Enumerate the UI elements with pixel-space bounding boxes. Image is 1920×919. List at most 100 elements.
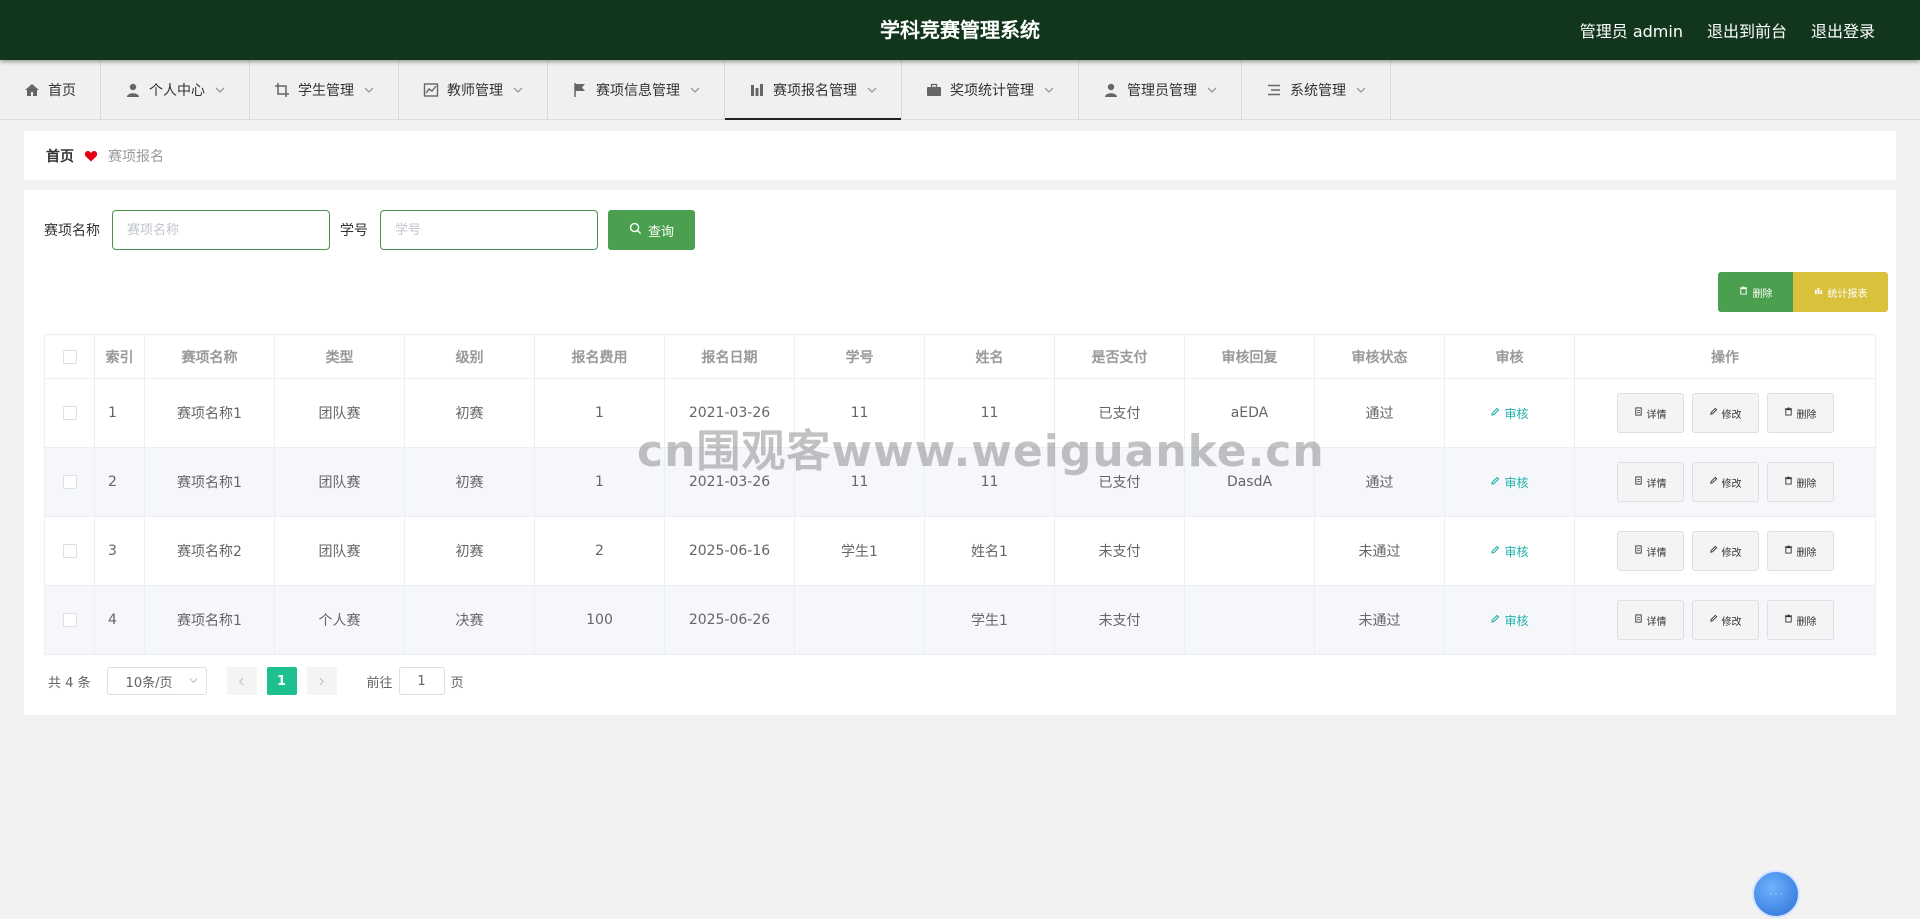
admin-user-label[interactable]: 管理员 admin xyxy=(1580,18,1683,42)
stats-report-button[interactable]: 统计报表 xyxy=(1793,272,1888,312)
id-search-input[interactable] xyxy=(380,210,598,250)
user-icon xyxy=(1103,82,1119,98)
row-checkbox[interactable] xyxy=(62,544,77,558)
header-actions: 管理员 admin 退出到前台 退出登录 xyxy=(1580,0,1875,60)
table-cell: 未通过 xyxy=(1314,585,1445,655)
select-all-checkbox[interactable] xyxy=(62,349,77,364)
chevron-down-icon xyxy=(1356,85,1366,95)
nav-item-teachers[interactable]: 教师管理 xyxy=(399,60,548,119)
detail-button[interactable]: 详情 xyxy=(1616,600,1684,640)
nav-item-competition-info[interactable]: 赛项信息管理 xyxy=(548,60,725,119)
page-size-select[interactable]: 10条/页 xyxy=(106,667,207,695)
table-header-row: 索引 赛项名称 类型 级别 报名费用 报名日期 学号 姓名 是否支付 审核回复 … xyxy=(44,334,1876,379)
audit-button[interactable]: 审核 xyxy=(1490,543,1529,560)
edit-label: 修改 xyxy=(1721,616,1742,628)
table-cell: 未支付 xyxy=(1054,585,1185,655)
chevron-down-icon xyxy=(513,85,523,95)
delete-label: 删除 xyxy=(1796,616,1817,628)
nav-item-registration[interactable]: 赛项报名管理 xyxy=(725,60,902,120)
row-checkbox[interactable] xyxy=(62,613,77,627)
delete-button[interactable]: 删除 xyxy=(1766,600,1834,640)
floating-assist-button[interactable]: · · · xyxy=(1752,870,1800,918)
goto-suffix: 页 xyxy=(450,675,464,691)
audit-label: 审核 xyxy=(1504,544,1529,559)
nav-item-awards[interactable]: 奖项统计管理 xyxy=(902,60,1079,119)
chevron-right-icon xyxy=(319,676,325,686)
edit-button[interactable]: 修改 xyxy=(1691,393,1759,433)
document-icon xyxy=(1634,545,1643,557)
prev-page-button[interactable] xyxy=(226,667,257,695)
trash-icon xyxy=(1784,476,1793,488)
nav-item-students[interactable]: 学生管理 xyxy=(250,60,399,119)
table-cell: 1 xyxy=(94,378,145,448)
delete-button[interactable]: 删除 xyxy=(1766,393,1834,433)
detail-label: 详情 xyxy=(1646,478,1667,490)
goto-page-input[interactable] xyxy=(398,667,445,695)
audit-button[interactable]: 审核 xyxy=(1490,405,1529,422)
table-cell: 2 xyxy=(94,447,145,517)
nav-label: 奖项统计管理 xyxy=(950,82,1034,99)
nav-item-admins[interactable]: 管理员管理 xyxy=(1079,60,1242,119)
delete-button[interactable]: 删除 xyxy=(1766,462,1834,502)
bar-chart-icon xyxy=(1814,286,1823,298)
chevron-down-icon xyxy=(690,85,700,95)
row-select-cell xyxy=(44,447,95,517)
nav-item-home[interactable]: 首页 xyxy=(0,60,101,119)
nav-item-personal[interactable]: 个人中心 xyxy=(101,60,250,119)
delete-label: 删除 xyxy=(1796,409,1817,421)
nav-label: 管理员管理 xyxy=(1127,82,1197,99)
delete-button[interactable]: 删除 xyxy=(1766,531,1834,571)
nav-item-system[interactable]: 系统管理 xyxy=(1242,60,1391,119)
delete-label: 删除 xyxy=(1796,547,1817,559)
logout-link[interactable]: 退出登录 xyxy=(1811,18,1875,42)
edit-icon xyxy=(1490,406,1500,420)
nav-label: 首页 xyxy=(48,82,76,99)
stats-report-label: 统计报表 xyxy=(1827,288,1868,300)
table-cell: 初赛 xyxy=(404,378,535,448)
detail-button[interactable]: 详情 xyxy=(1616,462,1684,502)
nav-label: 教师管理 xyxy=(447,82,503,99)
column-header: 类型 xyxy=(274,334,405,379)
edit-button[interactable]: 修改 xyxy=(1691,462,1759,502)
operations-cell: 详情 修改 删除 xyxy=(1574,516,1876,586)
edit-icon xyxy=(1709,545,1718,557)
table-cell: 11 xyxy=(794,447,925,517)
column-header: 学号 xyxy=(794,334,925,379)
row-checkbox[interactable] xyxy=(62,475,77,489)
row-checkbox[interactable] xyxy=(62,406,77,420)
id-label: 学号 xyxy=(340,223,368,239)
page-size-value: 10条/页 xyxy=(125,675,173,691)
table-cell: 2025-06-16 xyxy=(664,516,795,586)
batch-delete-button[interactable]: 删除 xyxy=(1718,272,1793,312)
audit-button[interactable]: 审核 xyxy=(1490,474,1529,491)
detail-button[interactable]: 详情 xyxy=(1616,393,1684,433)
table-cell: 1 xyxy=(534,378,665,448)
table-cell: 2025-06-26 xyxy=(664,585,795,655)
name-search-input[interactable] xyxy=(112,210,330,250)
detail-button[interactable]: 详情 xyxy=(1616,531,1684,571)
query-button[interactable]: 查询 xyxy=(608,210,695,250)
query-label: 查询 xyxy=(647,224,674,240)
table-cell: 赛项名称1 xyxy=(144,378,275,448)
table-cell: 学生1 xyxy=(924,585,1055,655)
main-nav: 首页 个人中心 学生管理 教师管理 赛项信息管理 赛项报名管理 奖项统计管理 管… xyxy=(0,60,1920,120)
edit-button[interactable]: 修改 xyxy=(1691,531,1759,571)
next-page-button[interactable] xyxy=(306,667,337,695)
table-cell: 1 xyxy=(534,447,665,517)
edit-button[interactable]: 修改 xyxy=(1691,600,1759,640)
audit-button[interactable]: 审核 xyxy=(1490,612,1529,629)
table-cell: 11 xyxy=(924,378,1055,448)
table-row: 3 赛项名称2 团队赛 初赛 2 2025-06-16 学生1 姓名1 未支付 未通过 审核 详情 … xyxy=(44,516,1876,586)
breadcrumb: 首页 赛项报名 xyxy=(24,131,1896,180)
to-front-link[interactable]: 退出到前台 xyxy=(1707,18,1787,42)
trash-icon xyxy=(1784,614,1793,626)
trash-icon xyxy=(1739,286,1748,298)
table-cell: 11 xyxy=(924,447,1055,517)
breadcrumb-home[interactable]: 首页 xyxy=(46,146,74,166)
table-cell: 初赛 xyxy=(404,447,535,517)
nav-label: 个人中心 xyxy=(149,82,205,99)
edit-icon xyxy=(1490,544,1500,558)
chevron-down-icon xyxy=(867,85,877,95)
table-cell: 赛项名称1 xyxy=(144,447,275,517)
page-number[interactable]: 1 xyxy=(266,667,297,695)
